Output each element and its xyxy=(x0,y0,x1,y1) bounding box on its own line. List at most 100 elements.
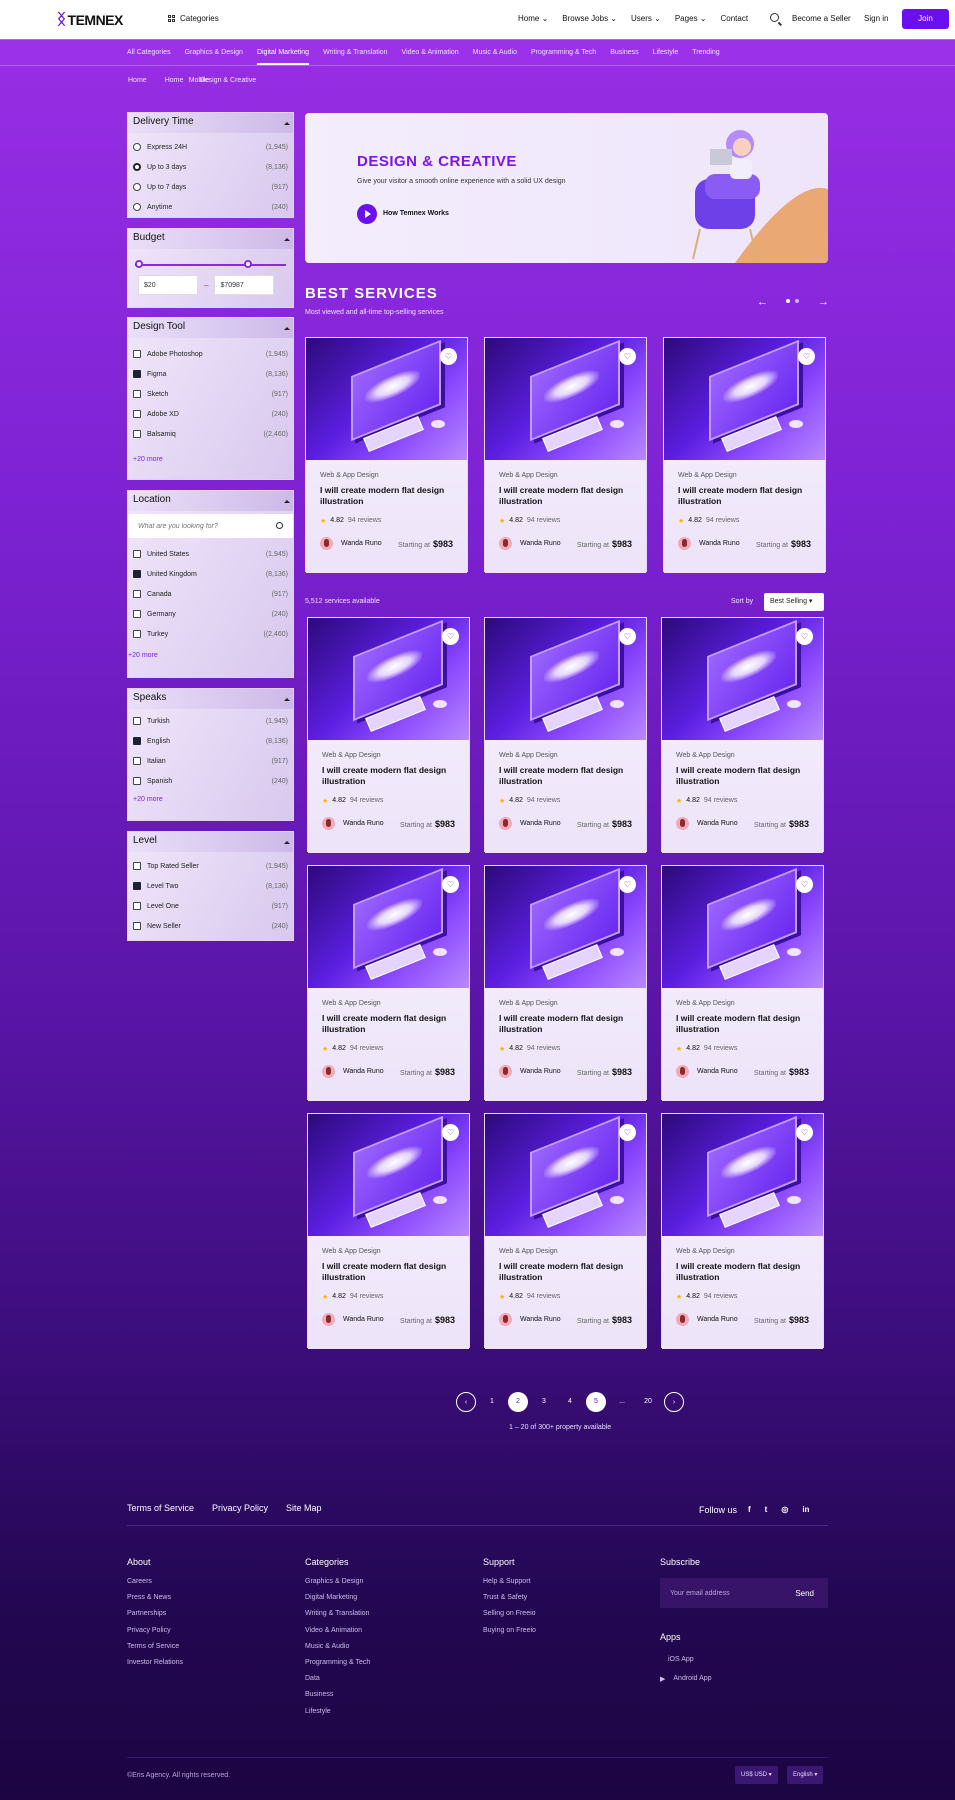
service-title[interactable]: I will create modern flat design illustr… xyxy=(678,485,811,507)
service-card[interactable]: ♡ Web & App Design I will create modern fl… xyxy=(307,1113,470,1349)
checkbox[interactable] xyxy=(133,757,141,765)
checkbox-option[interactable]: Balsamiq ((2,460) xyxy=(128,424,293,444)
avatar[interactable] xyxy=(322,1065,335,1078)
avatar[interactable] xyxy=(678,537,691,550)
send-button[interactable]: Send xyxy=(795,1589,814,1598)
slider-handle-min[interactable] xyxy=(135,260,143,268)
radio-option[interactable]: Express 24H (1,945) xyxy=(128,137,293,157)
seller-name[interactable]: Wanda Runo xyxy=(341,540,382,547)
ios-app-link[interactable]: iOS App xyxy=(660,1656,694,1663)
seller-name[interactable]: Wanda Runo xyxy=(520,540,561,547)
seller-name[interactable]: Wanda Runo xyxy=(697,1068,738,1075)
service-card[interactable]: ♡ Web & App Design I will create modern fl… xyxy=(307,865,470,1101)
how-it-works-link[interactable]: How Temnex Works xyxy=(383,210,449,217)
cat-digital-marketing[interactable]: Digital Marketing xyxy=(256,49,310,65)
heart-icon[interactable]: ♡ xyxy=(796,628,813,645)
terms-link[interactable]: Terms of Service xyxy=(127,1503,194,1513)
footer-link[interactable]: Writing & Translation xyxy=(305,1610,370,1617)
signin-link[interactable]: Sign in xyxy=(864,14,888,23)
radio[interactable] xyxy=(133,163,141,171)
checkbox[interactable] xyxy=(133,410,141,418)
footer-link[interactable]: Investor Relations xyxy=(127,1659,183,1666)
checkbox-option[interactable]: Turkey ((2,460) xyxy=(128,624,293,644)
service-title[interactable]: I will create modern flat design illustr… xyxy=(322,765,455,787)
avatar[interactable] xyxy=(676,1313,689,1326)
twitter-icon[interactable]: t xyxy=(765,1505,768,1514)
heart-icon[interactable]: ♡ xyxy=(619,1124,636,1141)
checkbox[interactable] xyxy=(133,737,141,745)
footer-link[interactable]: Partnerships xyxy=(127,1610,183,1617)
seller-name[interactable]: Wanda Runo xyxy=(697,1316,738,1323)
facebook-icon[interactable]: f xyxy=(748,1505,751,1514)
service-card[interactable]: ♡ Web & App Design I will create modern fl… xyxy=(484,617,647,853)
checkbox[interactable] xyxy=(133,902,141,910)
seller-name[interactable]: Wanda Runo xyxy=(343,1068,384,1075)
cat-programming[interactable]: Programming & Tech xyxy=(531,49,596,56)
service-card[interactable]: ♡ Web & App Design I will create modern fl… xyxy=(663,337,826,573)
service-title[interactable]: I will create modern flat design illustr… xyxy=(499,1013,632,1035)
checkbox-option[interactable]: New Seller (240) xyxy=(128,916,293,936)
footer-link[interactable]: Selling on Freeio xyxy=(483,1610,536,1617)
checkbox[interactable] xyxy=(133,390,141,398)
checkbox[interactable] xyxy=(133,882,141,890)
checkbox[interactable] xyxy=(133,350,141,358)
search-icon[interactable] xyxy=(770,13,779,22)
budget-min-input[interactable] xyxy=(138,275,198,295)
checkbox-option[interactable]: Top Rated Seller (1,945) xyxy=(128,856,293,876)
filter-title[interactable]: Speaks xyxy=(128,689,293,709)
radio-option[interactable]: Up to 7 days (917) xyxy=(128,177,293,197)
carousel-dot[interactable] xyxy=(795,299,799,303)
checkbox[interactable] xyxy=(133,430,141,438)
checkbox[interactable] xyxy=(133,862,141,870)
avatar[interactable] xyxy=(499,1313,512,1326)
seller-name[interactable]: Wanda Runo xyxy=(699,540,740,547)
nav-users[interactable]: Users ⌄ xyxy=(631,14,661,23)
seller-name[interactable]: Wanda Runo xyxy=(343,1316,384,1323)
page-3[interactable]: 3 xyxy=(534,1392,554,1412)
instagram-icon[interactable]: ◎ xyxy=(781,1505,788,1514)
become-seller-link[interactable]: Become a Seller xyxy=(792,14,851,23)
footer-link[interactable]: Terms of Service xyxy=(127,1643,183,1650)
footer-link[interactable]: Digital Marketing xyxy=(305,1594,370,1601)
footer-link[interactable]: Graphics & Design xyxy=(305,1578,370,1585)
service-card[interactable]: ♡ Web & App Design I will create modern fl… xyxy=(307,617,470,853)
service-card[interactable]: ♡ Web & App Design I will create modern fl… xyxy=(484,1113,647,1349)
page-4[interactable]: 4 xyxy=(560,1392,580,1412)
cat-writing[interactable]: Writing & Translation xyxy=(323,49,387,56)
avatar[interactable] xyxy=(322,817,335,830)
avatar[interactable] xyxy=(676,817,689,830)
service-title[interactable]: I will create modern flat design illustr… xyxy=(322,1013,455,1035)
service-card[interactable]: ♡ Web & App Design I will create modern fl… xyxy=(661,865,824,1101)
checkbox-option[interactable]: Figma (8,136) xyxy=(128,364,293,384)
cat-all[interactable]: All Categories xyxy=(127,49,171,56)
service-title[interactable]: I will create modern flat design illustr… xyxy=(320,485,453,507)
page-1[interactable]: 1 xyxy=(482,1392,502,1412)
heart-icon[interactable]: ♡ xyxy=(440,348,457,365)
nav-contact[interactable]: Contact xyxy=(720,14,748,23)
slider-handle-max[interactable] xyxy=(244,260,252,268)
page-5[interactable]: 5 xyxy=(586,1392,606,1412)
service-title[interactable]: I will create modern flat design illustr… xyxy=(676,765,809,787)
service-card[interactable]: ♡ Web & App Design I will create modern fl… xyxy=(484,865,647,1101)
seller-name[interactable]: Wanda Runo xyxy=(520,820,561,827)
service-title[interactable]: I will create modern flat design illustr… xyxy=(499,1261,632,1283)
checkbox-option[interactable]: Canada (917) xyxy=(128,584,293,604)
cat-business[interactable]: Business xyxy=(610,49,638,56)
cat-music[interactable]: Music & Audio xyxy=(473,49,517,56)
checkbox-option[interactable]: Spanish (240) xyxy=(128,771,293,791)
sitemap-link[interactable]: Site Map xyxy=(286,1503,322,1513)
more-link[interactable]: +20 more xyxy=(128,444,293,469)
checkbox[interactable] xyxy=(133,590,141,598)
footer-link[interactable]: Privacy Policy xyxy=(127,1627,183,1634)
footer-link[interactable]: Buying on Freeio xyxy=(483,1627,536,1634)
footer-link[interactable]: Lifestyle xyxy=(305,1708,370,1715)
filter-title[interactable]: Location xyxy=(128,491,293,511)
location-search-input[interactable] xyxy=(128,514,293,538)
checkbox-option[interactable]: Adobe Photoshop (1,945) xyxy=(128,344,293,364)
radio[interactable] xyxy=(133,203,141,211)
checkbox[interactable] xyxy=(133,570,141,578)
filter-title[interactable]: Level xyxy=(128,832,293,852)
radio[interactable] xyxy=(133,183,141,191)
seller-name[interactable]: Wanda Runo xyxy=(697,820,738,827)
privacy-link[interactable]: Privacy Policy xyxy=(212,1503,268,1513)
